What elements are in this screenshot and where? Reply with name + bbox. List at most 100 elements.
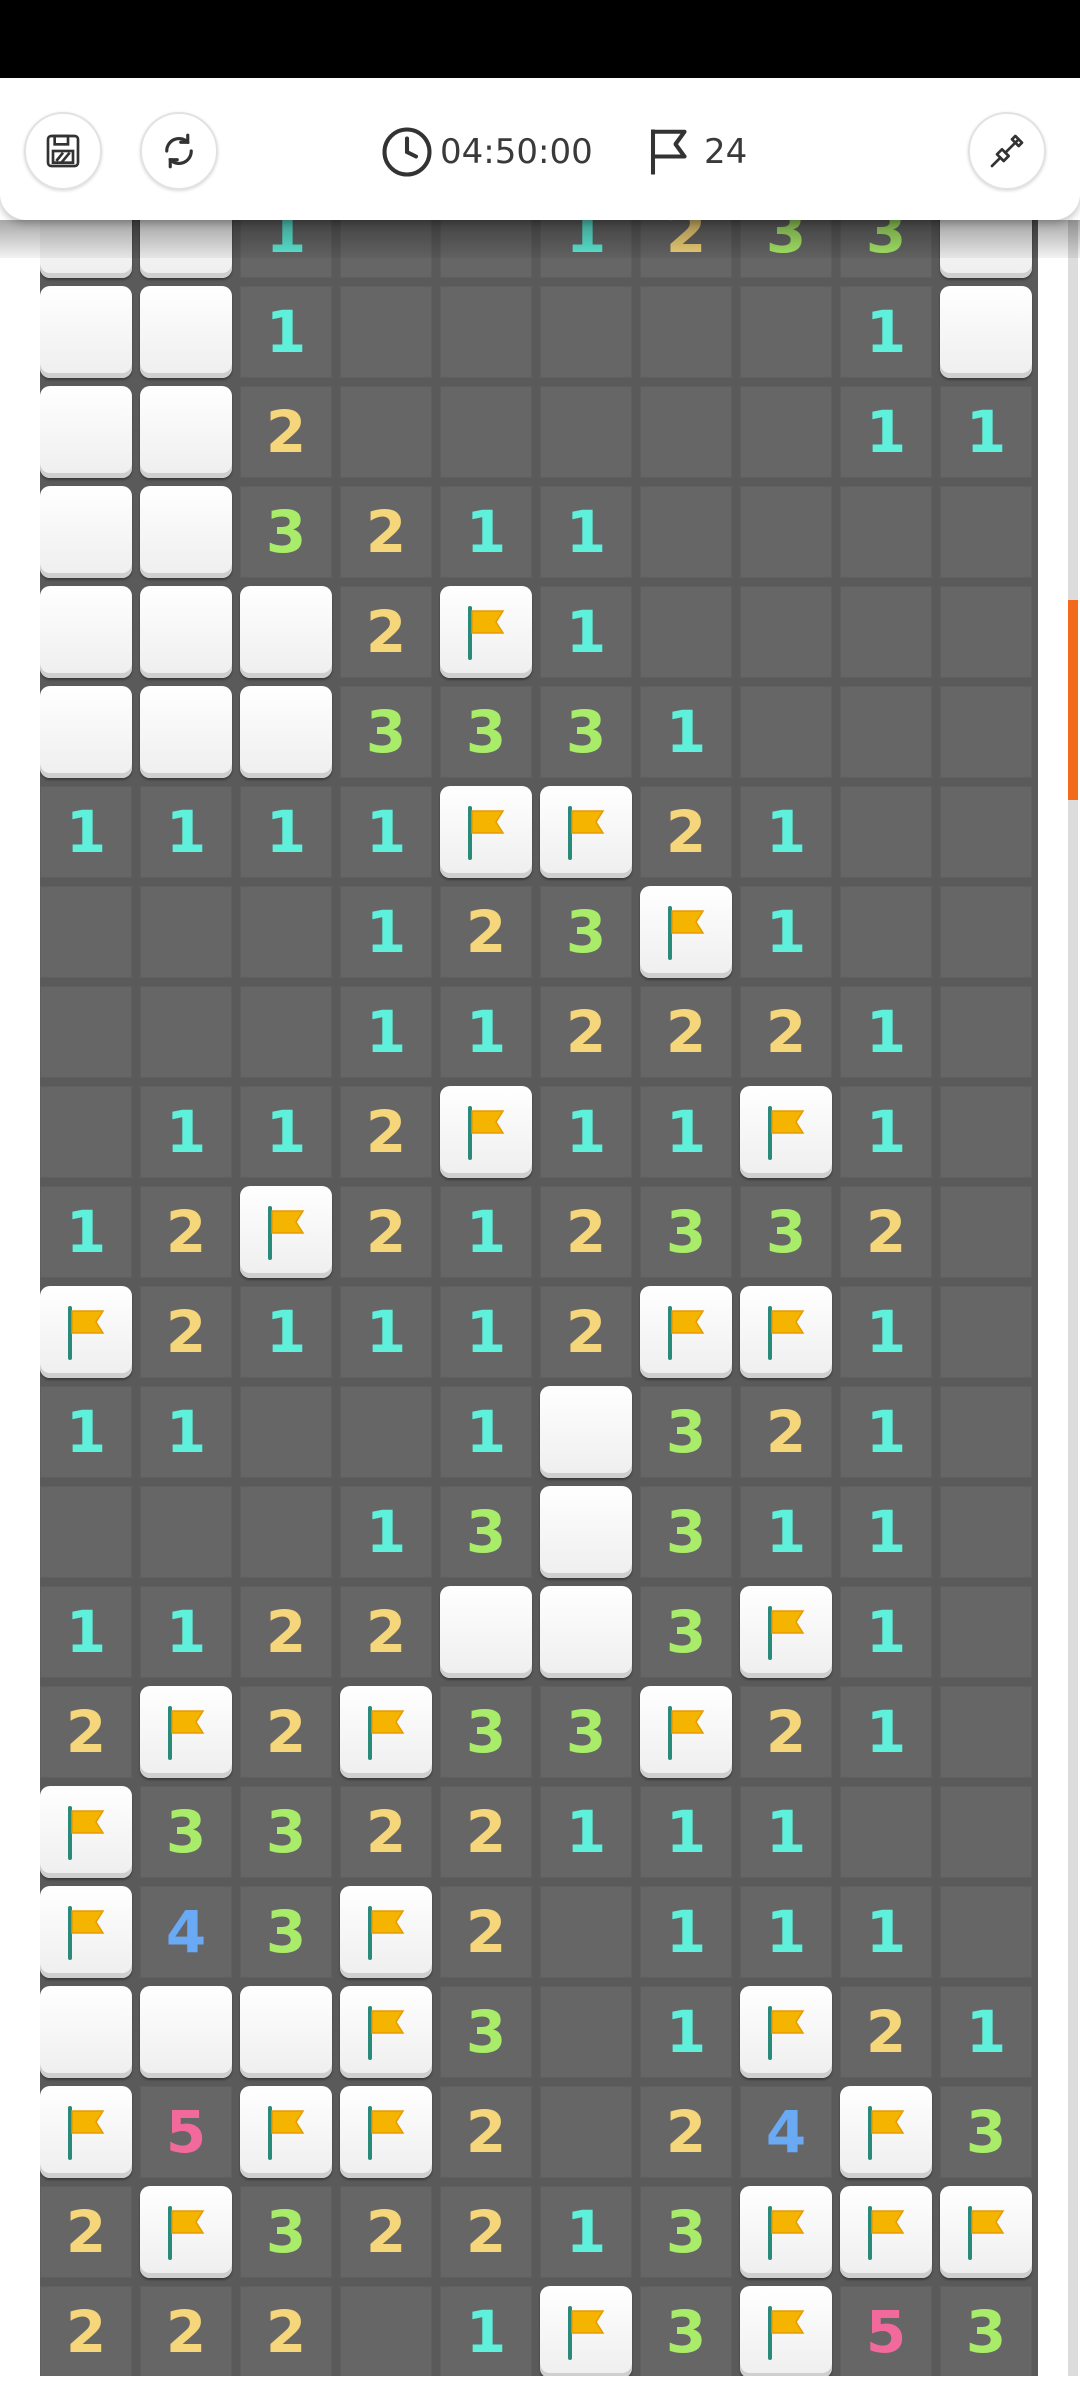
flagged-cell[interactable] xyxy=(740,2286,832,2376)
covered-cell[interactable] xyxy=(140,486,232,578)
number-cell[interactable]: 1 xyxy=(540,1786,632,1878)
empty-cell[interactable] xyxy=(740,286,832,378)
empty-cell[interactable] xyxy=(940,986,1032,1078)
number-cell[interactable]: 2 xyxy=(240,2286,332,2376)
number-cell[interactable]: 1 xyxy=(440,486,532,578)
covered-cell[interactable] xyxy=(40,1986,132,2078)
number-cell[interactable]: 1 xyxy=(40,786,132,878)
number-cell[interactable]: 3 xyxy=(740,220,832,278)
number-cell[interactable]: 1 xyxy=(440,2286,532,2376)
empty-cell[interactable] xyxy=(640,586,732,678)
number-cell[interactable]: 1 xyxy=(440,1386,532,1478)
empty-cell[interactable] xyxy=(540,2086,632,2178)
number-cell[interactable]: 1 xyxy=(340,786,432,878)
flagged-cell[interactable] xyxy=(40,1886,132,1978)
number-cell[interactable]: 3 xyxy=(240,2186,332,2278)
number-cell[interactable]: 2 xyxy=(340,486,432,578)
flagged-cell[interactable] xyxy=(240,1186,332,1278)
empty-cell[interactable] xyxy=(940,1386,1032,1478)
flagged-cell[interactable] xyxy=(840,2186,932,2278)
number-cell[interactable]: 1 xyxy=(640,1086,732,1178)
empty-cell[interactable] xyxy=(940,486,1032,578)
covered-cell[interactable] xyxy=(40,386,132,478)
number-cell[interactable]: 1 xyxy=(40,1386,132,1478)
number-cell[interactable]: 1 xyxy=(740,1886,832,1978)
number-cell[interactable]: 2 xyxy=(740,1686,832,1778)
number-cell[interactable]: 1 xyxy=(440,1186,532,1278)
number-cell[interactable]: 1 xyxy=(340,1286,432,1378)
empty-cell[interactable] xyxy=(840,686,932,778)
number-cell[interactable]: 1 xyxy=(540,220,632,278)
number-cell[interactable]: 1 xyxy=(140,1586,232,1678)
number-cell[interactable]: 2 xyxy=(740,1386,832,1478)
number-cell[interactable]: 1 xyxy=(840,1086,932,1178)
flagged-cell[interactable] xyxy=(40,2086,132,2178)
number-cell[interactable]: 3 xyxy=(640,1386,732,1478)
empty-cell[interactable] xyxy=(940,586,1032,678)
number-cell[interactable]: 2 xyxy=(140,1186,232,1278)
empty-cell[interactable] xyxy=(940,1086,1032,1178)
number-cell[interactable]: 1 xyxy=(740,1786,832,1878)
number-cell[interactable]: 1 xyxy=(140,786,232,878)
covered-cell[interactable] xyxy=(240,686,332,778)
number-cell[interactable]: 2 xyxy=(340,1786,432,1878)
covered-cell[interactable] xyxy=(140,686,232,778)
number-cell[interactable]: 2 xyxy=(40,2286,132,2376)
covered-cell[interactable] xyxy=(40,486,132,578)
empty-cell[interactable] xyxy=(540,286,632,378)
number-cell[interactable]: 3 xyxy=(440,1686,532,1778)
number-cell[interactable]: 1 xyxy=(340,886,432,978)
covered-cell[interactable] xyxy=(40,286,132,378)
number-cell[interactable]: 3 xyxy=(140,1786,232,1878)
flagged-cell[interactable] xyxy=(540,786,632,878)
covered-cell[interactable] xyxy=(40,586,132,678)
flagged-cell[interactable] xyxy=(740,1286,832,1378)
empty-cell[interactable] xyxy=(640,286,732,378)
empty-cell[interactable] xyxy=(840,786,932,878)
number-cell[interactable]: 2 xyxy=(340,1086,432,1178)
number-cell[interactable]: 3 xyxy=(340,686,432,778)
empty-cell[interactable] xyxy=(840,886,932,978)
number-cell[interactable]: 2 xyxy=(340,1586,432,1678)
covered-cell[interactable] xyxy=(240,1986,332,2078)
empty-cell[interactable] xyxy=(940,886,1032,978)
number-cell[interactable]: 2 xyxy=(840,1986,932,2078)
flagged-cell[interactable] xyxy=(640,1686,732,1778)
number-cell[interactable]: 5 xyxy=(140,2086,232,2178)
number-cell[interactable]: 2 xyxy=(40,1686,132,1778)
empty-cell[interactable] xyxy=(340,220,432,278)
covered-cell[interactable] xyxy=(40,686,132,778)
covered-cell[interactable] xyxy=(140,386,232,478)
flagged-cell[interactable] xyxy=(340,1986,432,2078)
number-cell[interactable]: 1 xyxy=(840,1586,932,1678)
number-cell[interactable]: 1 xyxy=(540,2186,632,2278)
flagged-cell[interactable] xyxy=(540,2286,632,2376)
number-cell[interactable]: 1 xyxy=(640,1886,732,1978)
number-cell[interactable]: 1 xyxy=(740,1486,832,1578)
number-cell[interactable]: 2 xyxy=(340,586,432,678)
number-cell[interactable]: 2 xyxy=(240,1586,332,1678)
flagged-cell[interactable] xyxy=(140,2186,232,2278)
flagged-cell[interactable] xyxy=(40,1786,132,1878)
flagged-cell[interactable] xyxy=(640,886,732,978)
flagged-cell[interactable] xyxy=(740,1586,832,1678)
number-cell[interactable]: 2 xyxy=(40,2186,132,2278)
number-cell[interactable]: 3 xyxy=(440,1986,532,2078)
empty-cell[interactable] xyxy=(440,386,532,478)
empty-cell[interactable] xyxy=(740,386,832,478)
number-cell[interactable]: 1 xyxy=(540,1086,632,1178)
number-cell[interactable]: 2 xyxy=(640,986,732,1078)
number-cell[interactable]: 4 xyxy=(140,1886,232,1978)
number-cell[interactable]: 3 xyxy=(840,220,932,278)
number-cell[interactable]: 1 xyxy=(940,1986,1032,2078)
number-cell[interactable]: 2 xyxy=(140,2286,232,2376)
number-cell[interactable]: 3 xyxy=(640,2186,732,2278)
number-cell[interactable]: 1 xyxy=(740,886,832,978)
covered-cell[interactable] xyxy=(40,220,132,278)
number-cell[interactable]: 1 xyxy=(440,986,532,1078)
flagged-cell[interactable] xyxy=(740,2186,832,2278)
flagged-cell[interactable] xyxy=(640,1286,732,1378)
number-cell[interactable]: 3 xyxy=(640,1186,732,1278)
number-cell[interactable]: 3 xyxy=(440,686,532,778)
number-cell[interactable]: 3 xyxy=(540,1686,632,1778)
